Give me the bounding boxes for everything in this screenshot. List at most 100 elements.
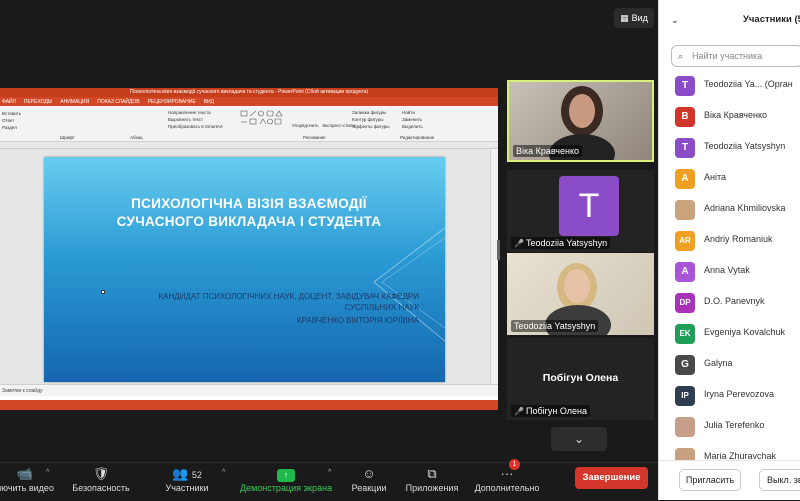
tile-name: 🎤 Teodoziia Yatsyshyn — [511, 237, 611, 249]
participant-avatar: AR — [675, 231, 695, 251]
participant-name: Teodoziia Ya... (Орган — [704, 79, 793, 89]
shared-screen[interactable]: Психологічна візія взаємодії сучасного в… — [0, 88, 498, 410]
smartart-button[interactable]: Преобразовать в SmartArt — [168, 124, 223, 129]
avatar: T — [559, 176, 619, 236]
shape-fill-button[interactable]: Заливка фигуры — [352, 110, 386, 115]
participant-row[interactable]: IP Iryna Perevozova — [659, 380, 800, 411]
ppt-tab[interactable]: АНИМАЦИЯ — [60, 99, 89, 105]
select-button[interactable]: Выделить — [402, 124, 423, 129]
ppt-ribbon-tabs: ФАЙЛ ПЕРЕХОДЫ АНИМАЦИЯ ПОКАЗ СЛАЙДОВ РЕЦ… — [0, 97, 498, 106]
mic-off-icon: 🎤 — [514, 407, 524, 416]
share-screen-button[interactable]: ↑ Демонстрация экрана — [236, 463, 336, 501]
mute-all-button[interactable]: Выкл. звук — [759, 469, 800, 491]
notes-pane[interactable]: Заметки к слайду — [0, 384, 498, 396]
section-button[interactable]: Раздел — [2, 125, 17, 130]
invite-button[interactable]: Пригласить — [679, 469, 741, 491]
participants-panel: ⌄ Участники (5 ⌕ Найти участника T Teodoz… — [658, 0, 800, 500]
participant-avatar: EK — [675, 324, 695, 344]
end-meeting-button[interactable]: Завершение — [575, 467, 648, 489]
participant-row[interactable]: T Teodoziia Yatsyshyn — [659, 132, 800, 163]
security-button[interactable]: 🛡 Безопасность — [70, 463, 132, 501]
participant-name: Galyna — [704, 358, 733, 368]
participant-row[interactable]: Julia Terefenko — [659, 411, 800, 442]
ppt-title-bar: Психологічна візія взаємодії сучасного в… — [0, 88, 498, 97]
participant-avatar — [675, 200, 695, 220]
panel-footer: Пригласить Выкл. звук — [659, 460, 800, 500]
share-screen-icon: ↑ — [236, 465, 336, 483]
find-button[interactable]: Найти — [402, 110, 415, 115]
slide-subtitle: КАНДИДАТ ПСИХОЛОГІЧНИХ НАУК, ДОЦЕНТ, ЗАВ… — [158, 292, 419, 301]
apps-label: Приложения — [405, 483, 459, 493]
shape-effects-button[interactable]: Эффекты фигуры — [352, 124, 390, 129]
gallery-splitter[interactable] — [497, 240, 500, 260]
replace-button[interactable]: Заменить — [402, 117, 422, 122]
view-label: Вид — [631, 13, 648, 23]
participant-name: Evgeniya Kovalchuk — [704, 327, 786, 337]
participant-row[interactable]: Adriana Khmiliovska — [659, 194, 800, 225]
more-button[interactable]: ··· Дополнительно — [472, 463, 542, 501]
group-label-paragraph: Абзац — [130, 135, 143, 140]
ppt-slide-canvas[interactable]: ПСИХОЛОГІЧНА ВІЗІЯ ВЗАЄМОДІЇ СУЧАСНОГО В… — [0, 149, 490, 384]
share-label: Демонстрация экрана — [240, 483, 332, 493]
shield-icon: 🛡 — [92, 466, 110, 481]
participant-avatar: А — [675, 169, 695, 189]
participant-row[interactable]: В Віка Кравченко — [659, 101, 800, 132]
search-input[interactable]: ⌕ Найти участника — [671, 45, 800, 67]
group-label-font: Шрифт — [60, 135, 75, 140]
more-icon: ··· — [500, 466, 514, 481]
ppt-vertical-scrollbar[interactable] — [490, 149, 498, 384]
ppt-tab[interactable]: РЕЦЕНЗИРОВАНИЕ — [148, 99, 196, 105]
view-button[interactable]: ▦ Вид — [614, 8, 654, 28]
ppt-tab[interactable]: ПЕРЕХОДЫ — [24, 99, 52, 105]
person-face — [564, 269, 590, 303]
align-text-button[interactable]: Выровнять текст — [168, 117, 203, 122]
text-direction-button[interactable]: Направление текста — [168, 110, 211, 115]
chevron-up-icon[interactable]: ^ — [222, 469, 225, 476]
video-tile[interactable]: T 🎤 Teodoziia Yatsyshyn — [507, 170, 654, 252]
apps-icon: ⧉ — [427, 466, 437, 481]
participant-avatar: В — [675, 107, 695, 127]
slide[interactable]: ПСИХОЛОГІЧНА ВІЗІЯ ВЗАЄМОДІЇ СУЧАСНОГО В… — [44, 157, 445, 382]
participant-row[interactable]: AR Andriy Romaniuk — [659, 225, 800, 256]
quick-styles-button[interactable]: Экспресс-стили — [322, 123, 355, 128]
chevron-down-icon[interactable]: ⌄ — [671, 0, 679, 40]
shape-outline-button[interactable]: Контур фигуры — [352, 117, 383, 122]
participant-row[interactable]: A Anna Vytak — [659, 256, 800, 287]
participants-button[interactable]: 👥 52 Участники — [160, 463, 214, 501]
video-tile[interactable]: Віка Кравченко — [507, 80, 654, 162]
gallery-next-button[interactable]: ⌄ — [551, 427, 607, 451]
participant-avatar: T — [675, 138, 695, 158]
video-button[interactable]: 📹 Включить видео — [0, 463, 54, 501]
participant-name: Julia Terefenko — [704, 420, 765, 430]
panel-header: ⌄ Участники (5 — [659, 0, 800, 40]
tile-name-text: Teodoziia Yatsyshyn — [525, 238, 608, 248]
slide-title-line: ПСИХОЛОГІЧНА ВІЗІЯ ВЗАЄМОДІЇ — [131, 196, 367, 211]
participant-row[interactable]: DP D.O. Panevnyk — [659, 287, 800, 318]
ppt-tab[interactable]: ВИД — [204, 99, 214, 105]
tile-name: Teodoziia Yatsyshyn — [511, 320, 599, 332]
reactions-button[interactable]: ☺ Реакции — [346, 463, 392, 501]
arrange-button[interactable]: Упорядочить — [292, 123, 319, 128]
ppt-tab[interactable]: ПОКАЗ СЛАЙДОВ — [97, 99, 139, 105]
participant-row[interactable]: T Teodoziia Ya... (Орган — [659, 70, 800, 101]
cut-button[interactable]: Ответ — [2, 118, 14, 123]
participant-row[interactable]: А Аніта — [659, 163, 800, 194]
ppt-ruler — [0, 142, 498, 149]
participant-row[interactable]: G Galyna — [659, 349, 800, 380]
ppt-tab[interactable]: ФАЙЛ — [2, 99, 16, 105]
chevron-up-icon[interactable]: ^ — [46, 469, 49, 476]
participant-avatar: IP — [675, 386, 695, 406]
participant-name: Andriy Romaniuk — [704, 234, 773, 244]
apps-button[interactable]: ⧉ Приложения — [402, 463, 462, 501]
video-tile[interactable]: Teodoziia Yatsyshyn — [507, 253, 654, 335]
participant-name: Аніта — [704, 172, 726, 182]
reactions-icon: ☺ — [362, 466, 376, 481]
participants-count: 52 — [191, 470, 202, 480]
video-tile[interactable]: Побігун Олена 🎤 Побігун Олена — [507, 338, 654, 420]
paste-button[interactable]: Вставить — [2, 111, 21, 116]
chevron-up-icon[interactable]: ^ — [328, 469, 331, 476]
tile-center-name: Побігун Олена — [542, 372, 619, 384]
shapes-gallery[interactable] — [240, 110, 288, 132]
participant-row[interactable]: EK Evgeniya Kovalchuk — [659, 318, 800, 349]
ppt-status-bar — [0, 400, 498, 410]
